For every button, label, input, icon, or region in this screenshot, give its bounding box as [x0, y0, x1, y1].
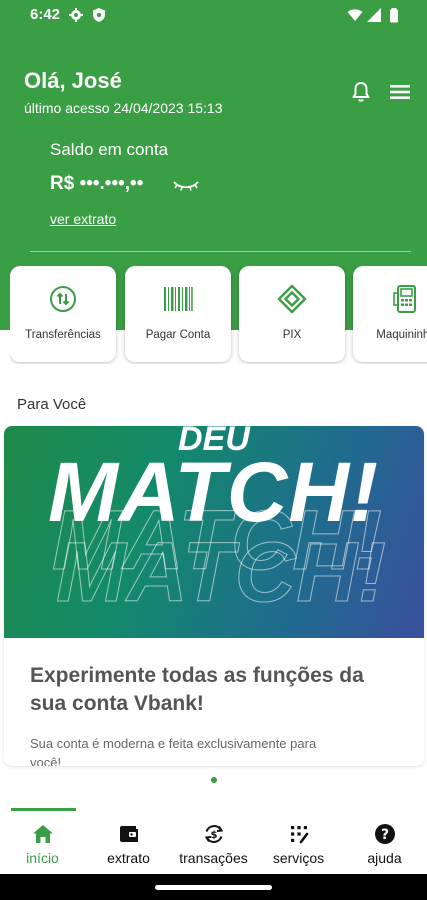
home-icon	[32, 825, 53, 843]
section-title-for-you: Para Você	[17, 396, 87, 413]
nav-label: transações	[179, 850, 248, 866]
quick-action-label: Maquininha	[376, 329, 427, 341]
nav-label: extrato	[107, 850, 150, 866]
transactions-icon: $	[204, 825, 223, 843]
signal-icon	[367, 8, 381, 22]
balance-label: Saldo em conta	[50, 140, 169, 159]
quick-action-transfers[interactable]: Transferências	[10, 266, 116, 362]
quick-action-pix[interactable]: PIX	[239, 266, 345, 362]
wallet-icon	[119, 826, 138, 842]
nav-tab-transactions[interactable]: $ transações	[171, 822, 256, 870]
quick-action-label: Transferências	[25, 329, 101, 341]
banner-description: Sua conta é moderna e feita exclusivamen…	[30, 736, 317, 766]
bell-icon[interactable]	[349, 80, 373, 104]
quick-action-pay-bill[interactable]: Pagar Conta	[125, 266, 231, 362]
home-gesture-handle[interactable]	[155, 885, 272, 890]
quick-action-label: Pagar Conta	[145, 329, 211, 341]
pix-icon	[277, 284, 307, 314]
barcode-icon	[164, 287, 193, 311]
system-navigation-bar	[0, 874, 427, 900]
nav-tab-services[interactable]: serviços	[256, 822, 341, 870]
services-icon	[290, 826, 308, 844]
quick-actions: Transferências Pagar Conta PIX Maquininh	[10, 266, 427, 364]
bottom-navigation: início extrato $ transações serviços ? a…	[0, 808, 427, 874]
carousel-indicator-dot[interactable]	[211, 777, 217, 783]
quick-action-card-machine[interactable]: Maquininha	[353, 266, 427, 362]
transfer-icon	[50, 286, 76, 312]
header-divider	[30, 251, 411, 252]
nav-label: ajuda	[367, 850, 402, 866]
battery-icon	[390, 8, 398, 23]
nav-tab-home[interactable]: início	[0, 822, 85, 870]
nav-tab-statement[interactable]: extrato	[86, 822, 171, 870]
promo-banner[interactable]: DEU MATCH! MATCH! MATCH! Experimente tod…	[4, 426, 424, 766]
greeting: Olá, José	[24, 68, 122, 93]
banner-echo-text: MATCH!	[55, 525, 388, 620]
active-tab-indicator	[11, 808, 76, 811]
status-time: 6:42	[30, 6, 61, 23]
view-statement-link[interactable]: ver extrato	[50, 211, 116, 227]
menu-icon[interactable]	[388, 82, 412, 102]
svg-text:$: $	[210, 830, 217, 841]
card-machine-icon	[393, 285, 416, 313]
promo-banner-image: DEU MATCH! MATCH! MATCH!	[4, 426, 424, 638]
balance-value: R$ •••.•••,••	[50, 173, 144, 194]
banner-headline: Experimente todas as funções da sua cont…	[30, 664, 364, 715]
quick-action-label: PIX	[282, 329, 302, 341]
nav-tab-help[interactable]: ? ajuda	[342, 822, 427, 870]
wifi-icon	[347, 9, 363, 21]
nav-label: início	[26, 850, 59, 866]
settings-icon	[69, 8, 83, 22]
status-bar: 6:42	[0, 0, 427, 30]
nav-label: serviços	[272, 850, 325, 866]
shield-icon	[93, 8, 105, 22]
last-access: último acesso 24/04/2023 15:13	[24, 100, 223, 116]
svg-text:?: ?	[380, 827, 388, 843]
help-icon: ?	[374, 824, 395, 844]
eye-closed-icon[interactable]	[172, 179, 200, 193]
